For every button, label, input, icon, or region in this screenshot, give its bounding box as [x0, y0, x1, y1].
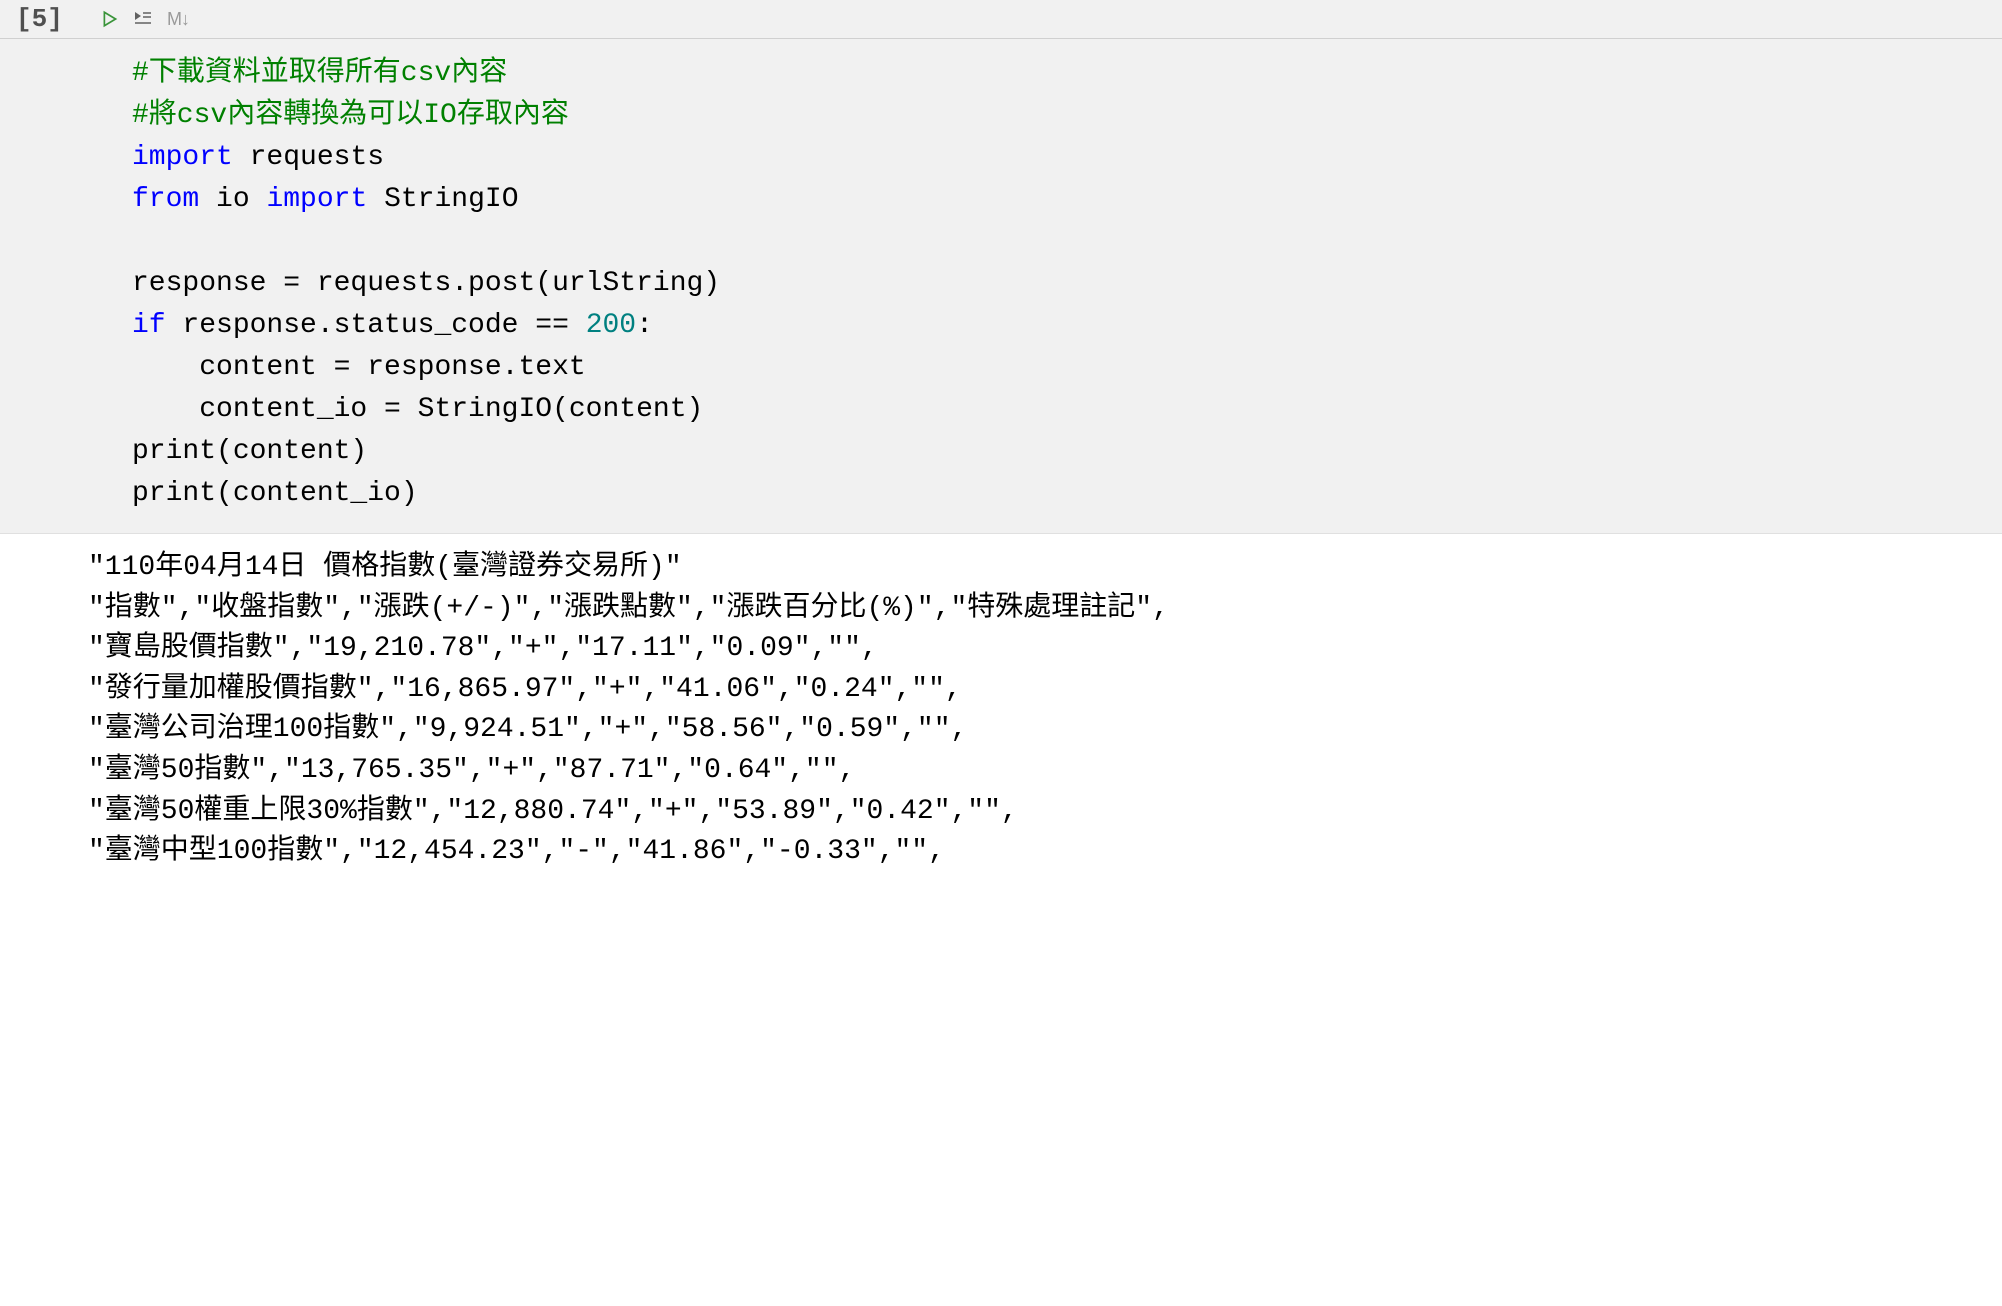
output-line: "臺灣50權重上限30%指數","12,880.74","+","53.89",…	[88, 792, 2002, 833]
output-line: "臺灣中型100指數","12,454.23","-","41.86","-0.…	[88, 832, 2002, 873]
output-line: "指數","收盤指數","漲跌(+/-)","漲跌點數","漲跌百分比(%)",…	[88, 589, 2002, 630]
code-line[interactable]: if response.status_code == 200:	[132, 305, 2002, 347]
code-editor[interactable]: #下載資料並取得所有csv內容#將csv內容轉換為可以IO存取內容import …	[0, 39, 2002, 534]
play-icon	[101, 10, 119, 28]
cell-toolbar: M↓	[95, 9, 189, 30]
code-line[interactable]: print(content_io)	[132, 473, 2002, 515]
run-by-line-icon	[133, 9, 153, 29]
markdown-toggle-button[interactable]: M↓	[167, 9, 189, 30]
output-line: "臺灣50指數","13,765.35","+","87.71","0.64",…	[88, 751, 2002, 792]
cell-header: [5] M↓	[0, 0, 2002, 39]
cell-prompt: [5]	[0, 4, 95, 34]
code-line[interactable]: response = requests.post(urlString)	[132, 263, 2002, 305]
code-line[interactable]: content = response.text	[132, 347, 2002, 389]
code-line[interactable]: #將csv內容轉換為可以IO存取內容	[132, 95, 2002, 137]
code-line[interactable]: import requests	[132, 137, 2002, 179]
run-by-line-button[interactable]	[133, 9, 153, 29]
code-line[interactable]: #下載資料並取得所有csv內容	[132, 53, 2002, 95]
code-line[interactable]: content_io = StringIO(content)	[132, 389, 2002, 431]
cell-output: "110年04月14日 價格指數(臺灣證券交易所)""指數","收盤指數","漲…	[0, 534, 2002, 883]
run-cell-button[interactable]	[101, 10, 119, 28]
output-line: "發行量加權股價指數","16,865.97","+","41.06","0.2…	[88, 670, 2002, 711]
code-line[interactable]: print(content)	[132, 431, 2002, 473]
output-line: "寶島股價指數","19,210.78","+","17.11","0.09",…	[88, 629, 2002, 670]
code-line[interactable]: from io import StringIO	[132, 179, 2002, 221]
code-line[interactable]	[132, 221, 2002, 263]
notebook-cell: [5] M↓ #下載資料並取得所有csv內容#將csv內容轉換為可以IO存取內容…	[0, 0, 2002, 883]
output-line: "臺灣公司治理100指數","9,924.51","+","58.56","0.…	[88, 710, 2002, 751]
output-line: "110年04月14日 價格指數(臺灣證券交易所)"	[88, 548, 2002, 589]
